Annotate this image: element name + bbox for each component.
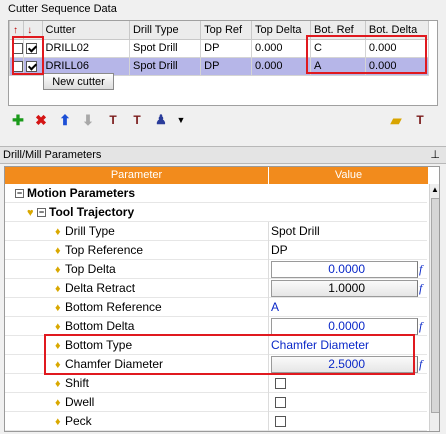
subgroup-label: Tool Trajectory — [49, 205, 135, 219]
param-name: Shift — [65, 376, 90, 390]
param-row-top-delta[interactable]: ♦ Top Delta 0.0000 f — [5, 260, 427, 279]
open-folder-icon[interactable]: ▰ — [386, 110, 406, 130]
col-parameter: Parameter — [5, 167, 269, 184]
scroll-up-icon[interactable]: ▲ — [431, 185, 439, 194]
params-scrollbar[interactable]: ▲ — [429, 184, 439, 431]
parameter-bulb-icon: ♦ — [55, 283, 61, 295]
cutter-toolbar: ✚ ✖ ⬆ ⬇ T T ♟ ▼ ▰ T — [8, 110, 438, 132]
bottom-ref-highlight-box — [306, 35, 427, 74]
cell-top-ref[interactable]: DP — [200, 56, 253, 76]
tool-assign-icon[interactable]: ♟ — [151, 110, 171, 130]
parameter-bulb-icon: ♦ — [55, 378, 61, 390]
cell-drill-type[interactable]: Spot Drill — [128, 56, 202, 76]
param-row-drill-type[interactable]: ♦ Drill Type Spot Drill — [5, 222, 427, 241]
group-motion-parameters[interactable]: − Motion Parameters — [5, 184, 427, 203]
cell-top-delta[interactable]: 0.000 — [251, 56, 311, 76]
parameter-bulb-icon: ♦ — [55, 416, 61, 428]
param-row-bottom-reference[interactable]: ♦ Bottom Reference A — [5, 298, 427, 317]
bottom-delta-field[interactable]: 0.0000 — [271, 318, 418, 335]
formula-icon[interactable]: f — [419, 356, 427, 373]
params-grid[interactable]: Parameter Value − Motion Parameters ♥ − Too… — [4, 166, 440, 432]
parameter-bulb-icon: ♥ — [27, 207, 34, 219]
col-drill-type[interactable]: Drill Type — [128, 21, 202, 40]
col-top-delta[interactable]: Top Delta — [251, 21, 311, 40]
delta-retract-field[interactable]: 1.0000 — [271, 280, 418, 297]
dwell-checkbox[interactable] — [275, 397, 286, 408]
collapse-icon[interactable]: − — [15, 189, 24, 198]
param-value[interactable]: Spot Drill — [271, 222, 419, 241]
param-row-shift[interactable]: ♦ Shift — [5, 374, 427, 393]
cell-top-ref[interactable]: DP — [200, 38, 253, 58]
cell-drill-type[interactable]: Spot Drill — [128, 38, 202, 58]
param-row-peck[interactable]: ♦ Peck — [5, 412, 427, 431]
tool-copy-icon[interactable]: T — [127, 110, 147, 130]
pin-icon[interactable]: ⊥ — [430, 148, 440, 161]
param-name: Bottom Reference — [65, 300, 162, 314]
move-down-icon[interactable]: ⬇ — [78, 110, 98, 130]
param-name: Top Reference — [65, 243, 144, 257]
col-cutter[interactable]: Cutter — [41, 21, 130, 40]
parameter-bulb-icon: ♦ — [55, 397, 61, 409]
param-name: Drill Type — [65, 224, 115, 238]
formula-icon[interactable]: f — [419, 318, 427, 335]
parameter-bulb-icon: ♦ — [55, 264, 61, 276]
param-name: Bottom Delta — [65, 319, 135, 333]
delete-cutter-icon[interactable]: ✖ — [31, 110, 51, 130]
param-name: Delta Retract — [65, 281, 136, 295]
formula-icon[interactable]: f — [419, 280, 427, 297]
add-cutter-icon[interactable]: ✚ — [8, 110, 28, 130]
params-panel-title: Drill/Mill Parameters — [0, 146, 446, 164]
param-value[interactable]: DP — [271, 241, 419, 260]
top-delta-field[interactable]: 0.0000 — [271, 261, 418, 278]
save-tool-icon[interactable]: T — [410, 110, 430, 130]
formula-icon[interactable]: f — [419, 261, 427, 278]
checkbox-highlight-box — [12, 36, 44, 75]
param-name: Peck — [65, 414, 92, 428]
param-row-top-reference[interactable]: ♦ Top Reference DP — [5, 241, 427, 260]
param-row-delta-retract[interactable]: ♦ Delta Retract 1.0000 f — [5, 279, 427, 298]
tool-edit-icon[interactable]: T — [103, 110, 123, 130]
group-label: Motion Parameters — [27, 186, 136, 200]
param-name: Top Delta — [65, 262, 116, 276]
cell-top-delta[interactable]: 0.000 — [251, 38, 311, 58]
cutter-section-title: Cutter Sequence Data — [8, 3, 117, 15]
parameter-bulb-icon: ♦ — [55, 302, 61, 314]
param-name: Dwell — [65, 395, 95, 409]
scroll-thumb[interactable] — [431, 198, 439, 413]
check-all-icon[interactable]: ↓ — [27, 25, 32, 36]
param-row-dwell[interactable]: ♦ Dwell — [5, 393, 427, 412]
parameter-bulb-icon: ♦ — [55, 245, 61, 257]
move-up-icon[interactable]: ⬆ — [55, 110, 75, 130]
new-cutter-button[interactable]: New cutter — [43, 73, 114, 90]
param-value[interactable]: A — [271, 298, 419, 317]
peck-checkbox[interactable] — [275, 416, 286, 427]
enable-all-icon[interactable]: ↑ — [13, 25, 18, 36]
subgroup-tool-trajectory[interactable]: ♥ − Tool Trajectory — [5, 203, 427, 222]
parameter-bulb-icon: ♦ — [55, 226, 61, 238]
col-top-ref[interactable]: Top Ref — [200, 21, 253, 40]
col-value: Value — [269, 167, 429, 184]
collapse-icon[interactable]: − — [37, 208, 46, 217]
dropdown-arrow-icon[interactable]: ▼ — [174, 110, 188, 130]
cell-cutter[interactable]: DRILL02 — [41, 38, 130, 58]
chamfer-highlight-box — [44, 334, 415, 375]
shift-checkbox[interactable] — [275, 378, 286, 389]
